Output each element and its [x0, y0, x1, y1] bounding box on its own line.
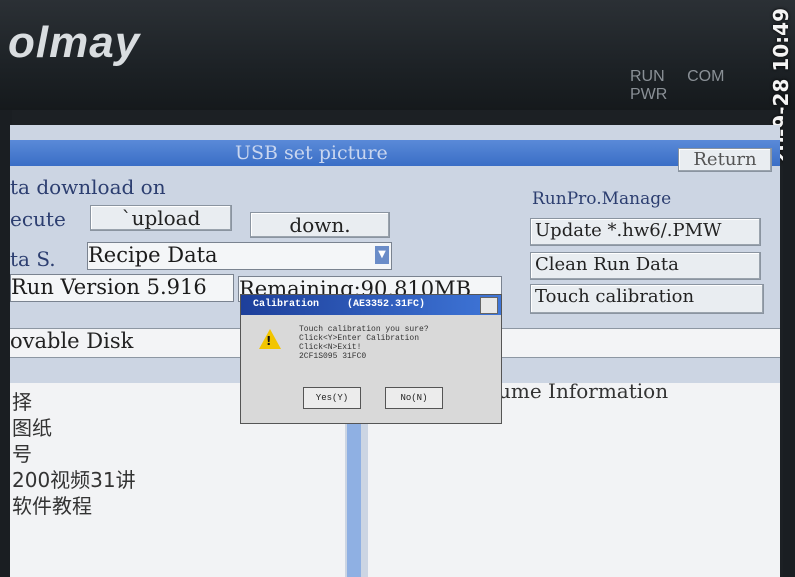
dialog-title-bar: Calibration (AE3352.31FC)	[241, 295, 501, 315]
list-item[interactable]: 号	[12, 438, 32, 467]
warning-icon-mark: !	[266, 334, 272, 348]
data-source-select[interactable]: Recipe Data ▼	[87, 242, 392, 270]
brand-logo: olmay	[8, 18, 141, 67]
clean-run-data-button[interactable]: Clean Run Data	[530, 252, 761, 280]
list-item[interactable]: 软件教程	[12, 490, 92, 519]
touch-calibration-button[interactable]: Touch calibration	[530, 284, 764, 314]
yes-button[interactable]: Yes(Y)	[303, 387, 361, 409]
hmi-bezel-top: olmay RUN COM PWR	[0, 0, 795, 110]
runpro-manage-label: RunPro.Manage	[532, 189, 672, 209]
no-button[interactable]: No(N)	[385, 387, 443, 409]
update-button[interactable]: Update *.hw6/.PMW	[530, 218, 761, 246]
data-download-label: ta download on	[10, 175, 166, 199]
run-version-display: Run Version 5.916	[10, 274, 234, 302]
volume-info-label: ume Information	[498, 379, 669, 403]
list-item[interactable]: 择	[12, 386, 32, 415]
dialog-line: Click<Y>Enter Calibration	[299, 334, 420, 343]
pwr-indicator: PWR	[630, 86, 668, 103]
close-button[interactable]	[480, 297, 498, 314]
removable-disk-label: ovable Disk	[10, 329, 134, 353]
bezel-right	[783, 110, 795, 577]
chevron-down-icon[interactable]: ▼	[375, 246, 389, 264]
list-item[interactable]: 图纸	[12, 412, 52, 441]
dialog-message: Touch calibration you sure? Click<Y>Ente…	[299, 325, 429, 361]
com-indicator: COM	[687, 68, 725, 85]
dialog-device-id: (AE3352.31FC)	[347, 299, 426, 310]
dialog-title: Calibration	[253, 299, 320, 310]
dialog-line: Click<N>Exit!	[299, 343, 362, 352]
upload-button[interactable]: `upload	[90, 205, 232, 231]
download-button[interactable]: down.	[250, 212, 390, 238]
run-indicator: RUN	[630, 68, 665, 85]
data-source-value: Recipe Data	[88, 243, 218, 267]
calibration-dialog: Calibration (AE3352.31FC) ! Touch calibr…	[240, 294, 502, 424]
data-source-label: ta S.	[10, 247, 56, 271]
execute-label: ecute	[10, 207, 66, 231]
list-item[interactable]: 200视频31讲	[12, 464, 136, 493]
window-title: USB set picture	[235, 142, 388, 164]
return-button[interactable]: Return	[678, 148, 772, 172]
title-bar: USB set picture	[10, 140, 780, 166]
dialog-line: 2CF1S095 31FC0	[299, 352, 367, 361]
dialog-line: Touch calibration you sure?	[299, 325, 429, 334]
